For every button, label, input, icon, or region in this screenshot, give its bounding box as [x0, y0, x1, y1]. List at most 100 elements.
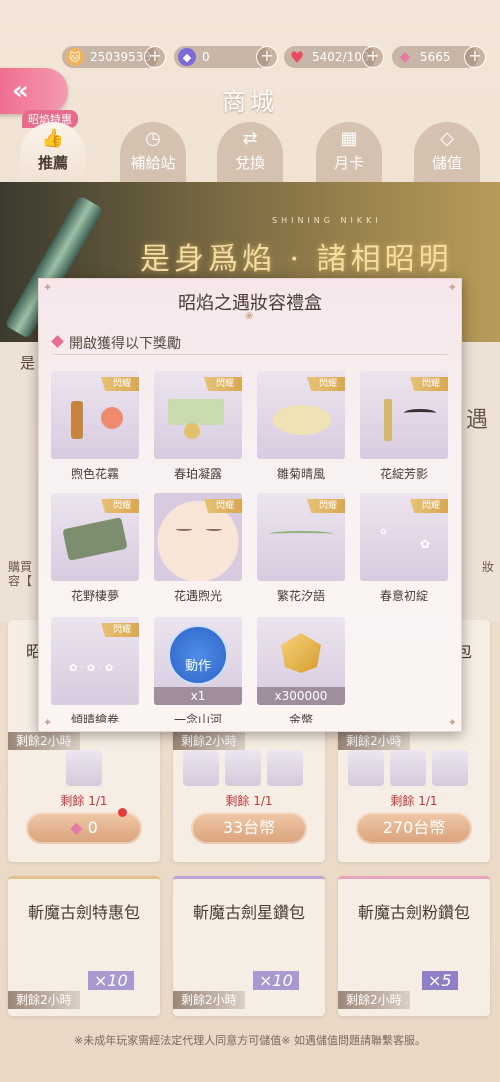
reward-item[interactable]: 動作 x1 一念山河	[154, 617, 242, 723]
product-card[interactable]: 斬魔古劍粉鑽包 ×5 剩餘2小時	[338, 876, 490, 1016]
reward-thumbnail: 閃耀	[154, 493, 242, 581]
tab-monthly-card[interactable]: ▦ 月卡	[316, 122, 382, 182]
small-flower-icon: ✿	[380, 527, 387, 536]
remain-time-tag: 剩餘2小時	[173, 732, 245, 750]
reward-name: 傾晴繪卷	[70, 713, 119, 723]
item-thumbnail	[225, 750, 261, 786]
buy-button[interactable]: 33台幣	[191, 812, 307, 844]
buy-button[interactable]: ◆ 0	[26, 812, 142, 844]
reward-thumbnail: 閃耀	[51, 371, 139, 459]
tab-label: 補給站	[130, 154, 176, 172]
add-pink-diamond-button[interactable]: +	[464, 46, 486, 68]
product-card[interactable]: 斬魔古劍星鑽包 ×10 剩餘2小時	[173, 876, 325, 1016]
shining-ribbon: 閃耀	[410, 377, 448, 391]
stock-left: 剩餘 1/1	[390, 794, 438, 808]
item-count-badge: ×10	[88, 971, 134, 990]
item-thumbnail	[267, 750, 303, 786]
reward-name: 金幣	[288, 713, 313, 723]
shining-ribbon: 閃耀	[204, 499, 242, 513]
action-label: 動作	[184, 659, 211, 674]
snowflake-decoration-icon: ✦	[447, 716, 457, 729]
shining-ribbon: 閃耀	[307, 499, 345, 513]
item-thumbnail	[390, 750, 426, 786]
section-tag: 是	[20, 354, 36, 372]
vine-icon	[269, 531, 333, 537]
side-text: 妝	[481, 560, 494, 574]
product-items	[348, 750, 468, 786]
diamond-bullet-icon	[51, 335, 64, 348]
tab-label: 儲值	[431, 154, 462, 172]
reward-item[interactable]: 閃耀 花遇煦光	[154, 493, 242, 604]
calendar-icon: ▦	[340, 128, 358, 149]
closed-eye-icon	[176, 527, 192, 531]
reward-item[interactable]: 閃耀 雛菊晴風	[257, 371, 345, 482]
diamond-value: 0	[202, 50, 210, 64]
reward-item[interactable]: 閃耀 ✿ · ✿ · ✿ 傾晴繪卷	[51, 617, 139, 723]
tab-label: 月卡	[333, 154, 364, 172]
tab-supply[interactable]: ◷ 補給站	[120, 122, 186, 182]
reward-name: 雛菊晴風	[276, 467, 325, 481]
lipstick-icon	[71, 401, 83, 439]
reward-item[interactable]: 閃耀 春珀凝露	[154, 371, 242, 482]
side-text: 容【	[8, 574, 33, 588]
reward-item[interactable]: 閃耀 花野棲夢	[51, 493, 139, 604]
buy-button[interactable]: 270台幣	[356, 812, 472, 844]
remain-time-tag: 剩餘2小時	[338, 732, 410, 750]
cosmetics-set-icon	[273, 405, 331, 435]
remain-time-tag: 剩餘2小時	[338, 991, 410, 1009]
item-thumbnail	[432, 750, 468, 786]
reward-item[interactable]: x300000 金幣	[257, 617, 345, 723]
small-flower-icon: ✿	[420, 537, 431, 551]
tab-label: 兌換	[234, 154, 265, 172]
reward-name: 春珀凝露	[173, 467, 222, 481]
flower-icon	[101, 407, 123, 429]
reward-thumbnail: 閃耀 ✿ · ✿ · ✿	[51, 617, 139, 705]
price-label: 0	[87, 818, 98, 837]
shining-ribbon: 閃耀	[101, 377, 139, 391]
small-flower-icon: ✿ · ✿ · ✿	[69, 663, 114, 674]
heart-stamina-icon: ♥	[289, 47, 305, 67]
thumb-up-icon: 👍	[41, 128, 65, 149]
shining-ribbon: 閃耀	[204, 377, 242, 391]
stock-left: 剩餘 1/1	[60, 794, 108, 808]
pink-diamond-icon: ◆	[399, 49, 411, 65]
add-diamond-button[interactable]: +	[256, 46, 278, 68]
item-count-badge: ×10	[253, 971, 299, 990]
shop-page: 🐱 25039533 + ◆ 0 + ♥ 5402/103 + ◆ 5665 +…	[0, 0, 500, 1082]
reward-quantity: x300000	[257, 687, 345, 705]
remain-time-tag: 剩餘2小時	[8, 732, 80, 750]
item-thumbnail	[348, 750, 384, 786]
tab-recommend[interactable]: 👍 推薦	[20, 122, 86, 182]
reward-item[interactable]: 閃耀 煦色花霧	[51, 371, 139, 482]
reward-name: 花綻芳影	[379, 467, 428, 481]
palette-icon	[168, 399, 224, 425]
reward-name: 一念山河	[173, 713, 222, 723]
pink-diamond-value: 5665	[420, 50, 451, 64]
reward-thumbnail: 閃耀	[257, 493, 345, 581]
add-coin-button[interactable]: +	[144, 46, 166, 68]
tab-exchange[interactable]: ⇄ 兌換	[217, 122, 283, 182]
product-card[interactable]: 斬魔古劍特惠包 ×10 剩餘2小時	[8, 876, 160, 1016]
reward-thumbnail: 閃耀	[154, 371, 242, 459]
reward-item[interactable]: 閃耀 繁花汐語	[257, 493, 345, 604]
diamond-counter: ◆ 0 +	[174, 46, 278, 68]
reward-name: 花野棲夢	[70, 589, 119, 603]
coin-value: 25039533	[90, 50, 152, 64]
stamina-value: 5402/103	[312, 50, 370, 64]
notification-dot	[118, 808, 127, 817]
footer-note: ※未成年玩家需經法定代理人同意方可儲值※ 如遇儲值問題請聯繫客服。	[74, 1034, 426, 1047]
price-label: 33台幣	[222, 818, 276, 837]
tab-topup[interactable]: ◇ 儲值	[414, 122, 480, 182]
reward-thumbnail: 閃耀	[257, 371, 345, 459]
cat-coin-icon: 🐱	[66, 48, 84, 66]
exchange-icon: ⇄	[242, 128, 258, 149]
pink-diamond-counter: ◆ 5665 +	[392, 46, 486, 68]
add-stamina-button[interactable]: +	[362, 46, 384, 68]
reward-item[interactable]: 閃耀 ✿ ✿ 春意初綻	[360, 493, 448, 604]
reward-thumbnail: 動作 x1	[154, 617, 242, 705]
reward-thumbnail: 閃耀 ✿ ✿	[360, 493, 448, 581]
mascara-icon	[384, 399, 392, 441]
reward-item[interactable]: 閃耀 花綻芳影	[360, 371, 448, 482]
section-label: 開啟獲得以下獎勵	[69, 336, 181, 352]
clock-icon: ◷	[145, 128, 161, 149]
